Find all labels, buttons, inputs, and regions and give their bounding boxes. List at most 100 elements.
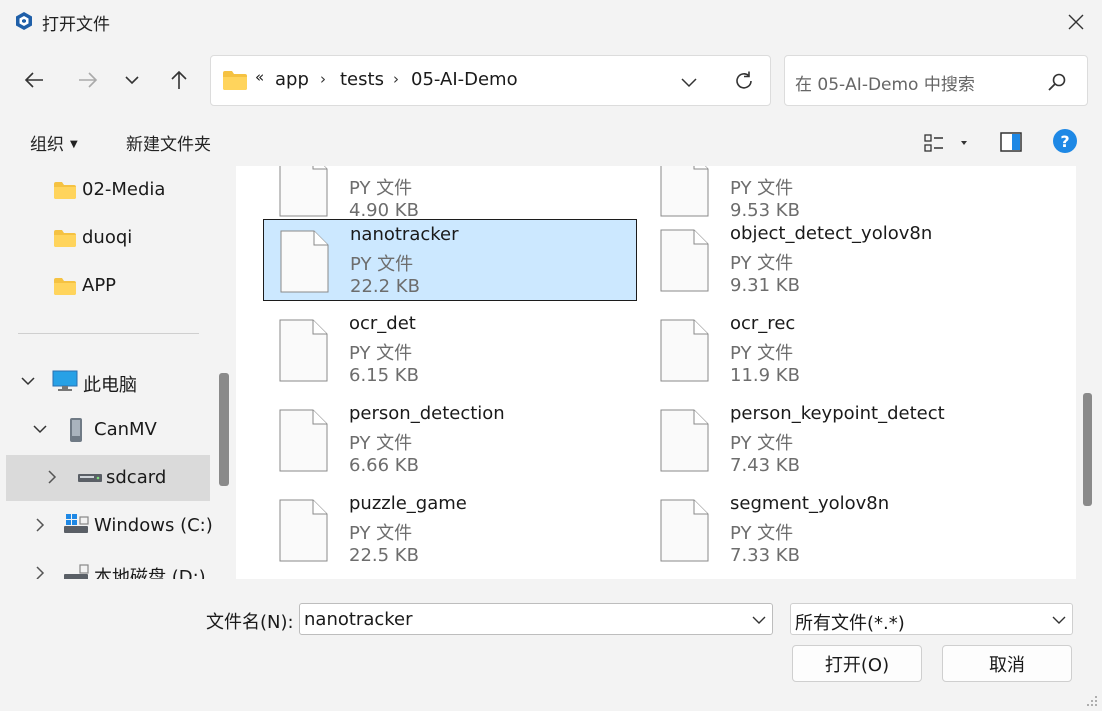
file-type: PY 文件 [730,523,794,544]
file-item-person-detection[interactable]: person_detection PY 文件 6.66 KB [263,399,637,481]
file-list: PY 文件 4.90 KB PY 文件 9.53 KB nanotracker … [236,166,1076,579]
file-list-scrollbar[interactable] [1083,393,1092,506]
dialog-footer: 文件名(N): nanotracker 所有文件(*.*) 打开(O) 取消 [0,579,1102,711]
file-name: object_detect_yolov8n [730,223,933,244]
file-item-puzzle-game[interactable]: puzzle_game PY 文件 22.5 KB [263,489,637,571]
file-item-ocr-det[interactable]: ocr_det PY 文件 6.15 KB [263,309,637,391]
sidebar-item-canmv[interactable]: CanMV [0,407,210,453]
forward-button[interactable] [70,62,106,98]
sidebar-item-app[interactable]: APP [0,263,210,309]
refresh-icon[interactable] [733,70,755,92]
arrow-right-icon [79,72,98,88]
computer-icon [52,370,78,391]
filetype-select[interactable]: 所有文件(*.*) [790,603,1073,635]
drive-icon [64,564,89,579]
help-icon: ? [1060,131,1070,151]
file-type: PY 文件 [730,178,794,199]
open-button[interactable]: 打开(O) [792,645,922,682]
search-box[interactable]: 在 05-AI-Demo 中搜索 [784,55,1088,106]
file-item-nanotracker[interactable]: nanotracker PY 文件 22.2 KB [263,219,637,301]
address-bar[interactable]: « app › tests › 05-AI-Demo [210,55,771,106]
sidebar-item-label: APP [82,275,117,296]
file-type: PY 文件 [349,523,413,544]
sidebar-item-windows-c[interactable]: Windows (C:) [0,503,213,549]
search-placeholder[interactable]: 在 05-AI-Demo 中搜索 [795,70,975,95]
view-options-icon[interactable] [924,133,968,153]
folder-icon [223,71,247,90]
folder-icon [54,182,76,199]
folder-icon [54,278,76,295]
file-item-object-detect-yolov8n[interactable]: object_detect_yolov8n PY 文件 9.31 KB [644,219,1018,301]
chevron-down-icon[interactable] [681,75,697,89]
filename-input[interactable]: nanotracker [299,603,773,635]
file-icon [279,499,328,562]
chevron-down-icon[interactable] [752,614,766,626]
organize-menu[interactable]: 组织 ▼ [30,130,78,155]
file-icon [660,229,709,292]
up-button[interactable] [161,62,197,98]
breadcrumb-tests[interactable]: tests [340,69,384,90]
sidebar-item-local-d[interactable]: 本地磁盘 (D:) [0,551,210,579]
file-type: PY 文件 [350,254,414,275]
file-item-segment-yolov8n[interactable]: segment_yolov8n PY 文件 7.33 KB [644,489,1018,571]
help-button[interactable]: ? [1053,129,1077,153]
file-type: PY 文件 [349,343,413,364]
sidebar-item-label: 本地磁盘 (D:) [94,567,206,579]
new-folder-button[interactable]: 新建文件夹 [126,130,211,155]
preview-pane-icon[interactable] [1000,132,1022,152]
chevron-right-icon[interactable] [33,518,47,532]
file-size: 4.90 KB [349,200,419,221]
file-item[interactable]: PY 文件 4.90 KB [263,166,637,226]
resize-grip-icon[interactable] [1086,695,1098,707]
file-name: ocr_det [349,313,416,334]
file-icon [660,166,709,217]
sidebar-scrollbar[interactable] [219,373,229,486]
sidebar-item-duoqi[interactable]: duoqi [0,215,210,261]
back-button[interactable] [16,62,52,98]
breadcrumb-app[interactable]: app [275,69,309,90]
cancel-button[interactable]: 取消 [942,645,1072,682]
breadcrumb-overflow[interactable]: « [255,68,264,86]
sidebar-item-label: 02-Media [82,179,166,200]
sidebar-item-label: sdcard [106,467,167,488]
file-type: PY 文件 [349,178,413,199]
file-type: PY 文件 [730,253,794,274]
close-button[interactable] [1060,6,1092,38]
command-toolbar: 组织 ▼ 新建文件夹 ? [0,120,1102,166]
file-type: PY 文件 [730,343,794,364]
breadcrumb-05-ai-demo[interactable]: 05-AI-Demo [411,69,518,90]
file-item[interactable]: PY 文件 9.53 KB [644,166,1018,226]
chevron-down-icon [125,76,139,85]
file-item-ocr-rec[interactable]: ocr_rec PY 文件 11.9 KB [644,309,1018,391]
chevron-down-icon[interactable] [33,422,47,436]
recent-locations-button[interactable] [114,62,150,98]
chevron-down-icon[interactable] [21,374,35,388]
breadcrumb-separator: › [320,70,326,88]
navigation-pane: 02-Media duoqi APP 此电脑 CanMV sdcard Wind… [0,166,234,579]
file-size: 7.43 KB [730,455,800,476]
file-size: 9.53 KB [730,200,800,221]
file-size: 11.9 KB [730,365,800,386]
file-name: person_detection [349,403,505,424]
sidebar-item-label: duoqi [82,227,133,248]
window-title: 打开文件 [42,15,110,35]
file-icon [660,499,709,562]
file-name: person_keypoint_detect [730,403,945,424]
sidebar-item-this-pc[interactable]: 此电脑 [0,359,210,405]
arrow-up-icon [171,70,187,89]
app-icon [14,11,34,31]
file-size: 22.2 KB [350,276,420,297]
file-icon [280,230,329,293]
file-size: 6.15 KB [349,365,419,386]
chevron-right-icon[interactable] [45,470,59,484]
file-icon [660,319,709,382]
sidebar-item-sdcard[interactable]: sdcard [6,455,210,501]
folder-icon [54,230,76,247]
file-icon [279,319,328,382]
chevron-right-icon[interactable] [33,566,47,579]
file-item-person-keypoint-detect[interactable]: person_keypoint_detect PY 文件 7.43 KB [644,399,1018,481]
close-icon [1068,14,1084,30]
filename-value[interactable]: nanotracker [304,609,413,630]
sidebar-item-02-media[interactable]: 02-Media [0,167,210,213]
sidebar-item-label: Windows (C:) [94,515,213,536]
